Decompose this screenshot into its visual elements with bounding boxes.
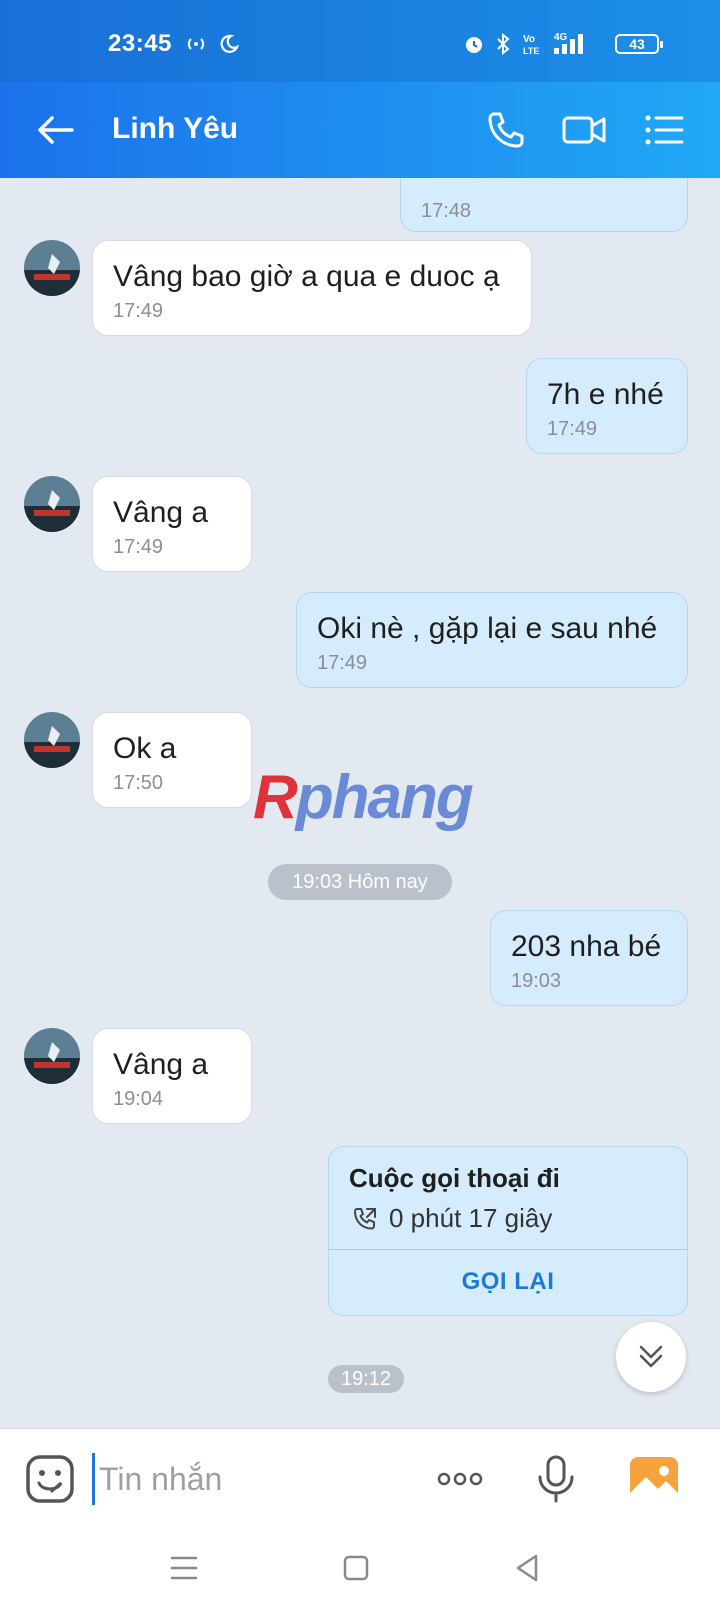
hotspot-icon <box>187 38 205 50</box>
call-title: Cuộc gọi thoại đi <box>349 1163 560 1193</box>
home-icon[interactable] <box>336 1548 376 1588</box>
status-time: 23:45 <box>108 30 172 57</box>
message-text: Vâng bao giờ a qua e duoc ạ <box>113 260 500 293</box>
date-separator: 19:03 Hôm nay <box>268 864 452 900</box>
message-text: 203 nha bé <box>511 930 662 963</box>
scroll-to-bottom-button[interactable] <box>616 1322 686 1392</box>
message-input[interactable] <box>92 1453 419 1505</box>
back-triangle-icon[interactable] <box>508 1548 548 1588</box>
menu-list-icon[interactable] <box>640 106 688 154</box>
message-input-bar <box>0 1428 720 1529</box>
avatar[interactable] <box>24 712 80 768</box>
message-bubble-outgoing[interactable]: 17:48 <box>400 178 688 232</box>
avatar[interactable] <box>24 1028 80 1084</box>
chat-header: Linh Yêu <box>0 82 720 178</box>
message-time: 19:03 <box>511 970 562 992</box>
message-bubble-outgoing[interactable]: 203 nha bé 19:03 <box>490 910 688 1006</box>
message-text: Vâng a <box>113 496 209 529</box>
message-bubble-incoming[interactable]: Vâng a 19:04 <box>92 1028 252 1124</box>
emoji-icon[interactable] <box>22 1451 78 1507</box>
message-text: Oki nè , gặp lại e sau nhé <box>317 612 658 645</box>
message-time: 17:49 <box>547 418 598 440</box>
message-list[interactable]: 17:48 Vâng bao giờ a qua e duoc ạ 17:49 … <box>0 178 720 1428</box>
contact-name[interactable]: Linh Yêu <box>112 112 238 146</box>
message-time: 17:48 <box>421 200 472 222</box>
volte-icon: Vo LTE <box>523 34 539 56</box>
message-text: 7h e nhé <box>547 378 664 411</box>
video-call-icon[interactable] <box>560 106 608 154</box>
message-time: 17:49 <box>113 300 164 322</box>
message-time: 17:49 <box>317 652 368 674</box>
call-log-card[interactable]: Cuộc gọi thoại đi 0 phút 17 giây GỌI LẠI <box>328 1146 688 1316</box>
bluetooth-icon <box>497 32 510 56</box>
microphone-icon[interactable] <box>528 1451 584 1507</box>
outgoing-call-icon <box>354 1208 376 1230</box>
message-time: 17:49 <box>113 536 164 558</box>
alarm-icon <box>466 37 482 53</box>
message-bubble-incoming[interactable]: Vâng a 17:49 <box>92 476 252 572</box>
message-bubble-incoming[interactable]: Vâng bao giờ a qua e duoc ạ 17:49 <box>92 240 532 336</box>
status-bar: 23:45 Vo LTE 4G 43 <box>0 0 720 82</box>
call-duration: 0 phút 17 giây <box>389 1203 553 1233</box>
recents-menu-icon[interactable] <box>164 1548 204 1588</box>
more-icon[interactable] <box>432 1451 488 1507</box>
call-back-button[interactable]: GỌI LẠI <box>329 1249 687 1315</box>
dnd-moon-icon <box>220 34 240 53</box>
message-time: 19:04 <box>113 1088 164 1110</box>
message-time: 17:50 <box>113 772 164 794</box>
message-text: Ok a <box>113 732 177 765</box>
svg-text:4G: 4G <box>554 32 568 43</box>
avatar[interactable] <box>24 476 80 532</box>
phone-icon[interactable] <box>482 106 530 154</box>
call-time: 19:12 <box>328 1365 404 1393</box>
svg-text:Vo: Vo <box>523 34 535 45</box>
watermark-text: phang <box>295 763 474 832</box>
avatar[interactable] <box>24 240 80 296</box>
message-bubble-outgoing[interactable]: 7h e nhé 17:49 <box>526 358 688 454</box>
image-icon[interactable] <box>626 1451 682 1507</box>
svg-text:LTE: LTE <box>523 46 539 56</box>
chevron-double-down-icon <box>639 1345 663 1368</box>
message-bubble-incoming[interactable]: Ok a 17:50 <box>92 712 252 808</box>
message-bubble-outgoing[interactable]: Oki nè , gặp lại e sau nhé 17:49 <box>296 592 688 688</box>
message-text: Vâng a <box>113 1048 209 1081</box>
battery-indicator: 43 <box>615 34 663 54</box>
system-nav-bar <box>0 1528 720 1612</box>
watermark-logo: Rphang <box>253 763 474 832</box>
signal-4g-icon: 4G <box>554 32 583 54</box>
back-arrow-icon[interactable] <box>32 106 80 154</box>
